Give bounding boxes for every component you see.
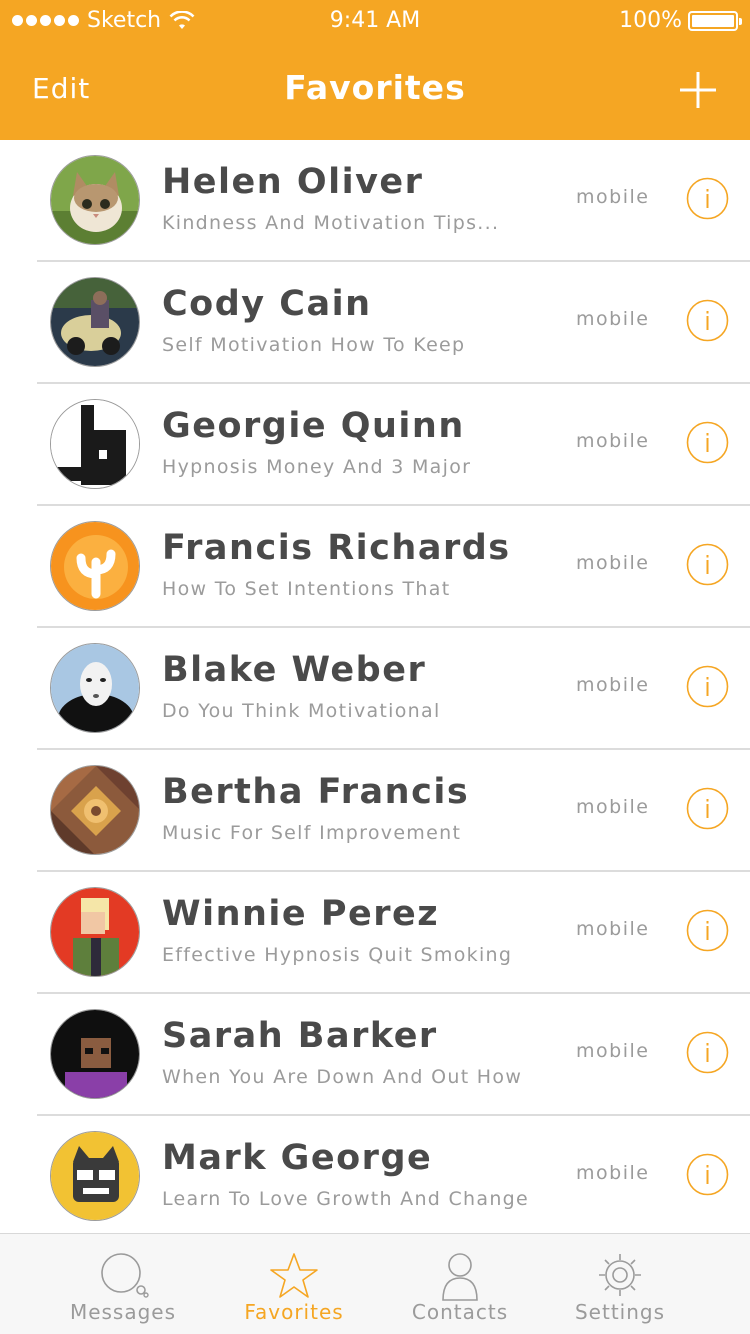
contact-subtitle: Hypnosis Money And 3 Major [162, 456, 472, 478]
phone-type-label: mobile [576, 308, 650, 330]
avatar [50, 521, 140, 611]
info-icon[interactable] [686, 665, 729, 708]
contact-row[interactable]: Helen Oliver Kindness And Motivation Tip… [0, 140, 750, 262]
phone-type-label: mobile [576, 1040, 650, 1062]
avatar [50, 887, 140, 977]
contact-row[interactable]: Bertha Francis Music For Self Improvemen… [0, 750, 750, 872]
contact-subtitle: How To Set Intentions That [162, 578, 451, 600]
avatar [50, 1009, 140, 1099]
avatar [50, 155, 140, 245]
chat-bubble-icon [101, 1253, 149, 1298]
contact-subtitle: Effective Hypnosis Quit Smoking [162, 944, 513, 966]
contact-row[interactable]: Winnie Perez Effective Hypnosis Quit Smo… [0, 872, 750, 994]
phone-type-label: mobile [576, 918, 650, 940]
contact-row[interactable]: Francis Richards How To Set Intentions T… [0, 506, 750, 628]
tab-favorites[interactable]: Favorites [214, 1234, 374, 1334]
info-icon[interactable] [686, 787, 729, 830]
tab-messages[interactable]: Messages [43, 1234, 203, 1334]
contact-name: Bertha Francis [162, 772, 470, 812]
status-right: 100% [619, 8, 742, 33]
contact-row[interactable]: Mark George Learn To Love Growth And Cha… [0, 1116, 750, 1233]
gear-icon [599, 1254, 641, 1296]
contact-subtitle: Do You Think Motivational [162, 700, 441, 722]
contact-subtitle: Learn To Love Growth And Change [162, 1188, 530, 1210]
tab-label: Contacts [411, 1300, 509, 1324]
info-icon[interactable] [686, 909, 729, 952]
star-icon [270, 1253, 318, 1298]
phone-type-label: mobile [576, 430, 650, 452]
contact-subtitle: Kindness And Motivation Tips... [162, 212, 500, 234]
contact-row[interactable]: Cody Cain Self Motivation How To Keep mo… [0, 262, 750, 384]
phone-type-label: mobile [576, 674, 650, 696]
info-icon[interactable] [686, 421, 729, 464]
tab-settings[interactable]: Settings [540, 1234, 700, 1334]
contact-row[interactable]: Blake Weber Do You Think Motivational mo… [0, 628, 750, 750]
person-icon [442, 1253, 478, 1301]
phone-type-label: mobile [576, 796, 650, 818]
avatar [50, 399, 140, 489]
tab-label: Messages [69, 1300, 177, 1324]
info-icon[interactable] [686, 1031, 729, 1074]
phone-type-label: mobile [576, 552, 650, 574]
header: Sketch 9:41 AM 100% Edit Favorites [0, 0, 750, 140]
page-title: Favorites [284, 68, 466, 107]
info-icon[interactable] [686, 177, 729, 220]
contact-subtitle: When You Are Down And Out How [162, 1066, 523, 1088]
phone-type-label: mobile [576, 186, 650, 208]
tab-label: Settings [574, 1300, 666, 1324]
contact-name: Sarah Barker [162, 1016, 438, 1056]
contact-name: Cody Cain [162, 284, 372, 324]
tab-bar: Messages Favorites Contacts Settings [0, 1233, 750, 1334]
info-icon[interactable] [686, 543, 729, 586]
contact-name: Francis Richards [162, 528, 511, 568]
avatar [50, 1131, 140, 1221]
contact-name: Georgie Quinn [162, 406, 465, 446]
contact-row[interactable]: Georgie Quinn Hypnosis Money And 3 Major… [0, 384, 750, 506]
contact-subtitle: Music For Self Improvement [162, 822, 462, 844]
contact-subtitle: Self Motivation How To Keep [162, 334, 466, 356]
tab-label: Favorites [244, 1300, 344, 1324]
avatar [50, 643, 140, 733]
battery-icon [688, 10, 742, 31]
favorites-list: Helen Oliver Kindness And Motivation Tip… [0, 140, 750, 1233]
info-icon[interactable] [686, 299, 729, 342]
contact-name: Blake Weber [162, 650, 427, 690]
phone-type-label: mobile [576, 1162, 650, 1184]
battery-percent: 100% [619, 8, 682, 33]
status-bar: Sketch 9:41 AM 100% [0, 0, 750, 44]
avatar [50, 765, 140, 855]
contact-name: Winnie Perez [162, 894, 440, 934]
info-icon[interactable] [686, 1153, 729, 1196]
add-icon[interactable] [680, 72, 716, 108]
contact-name: Mark George [162, 1138, 433, 1178]
contact-row[interactable]: Sarah Barker When You Are Down And Out H… [0, 994, 750, 1116]
avatar [50, 277, 140, 367]
tab-contacts[interactable]: Contacts [380, 1234, 540, 1334]
contact-name: Helen Oliver [162, 162, 424, 202]
